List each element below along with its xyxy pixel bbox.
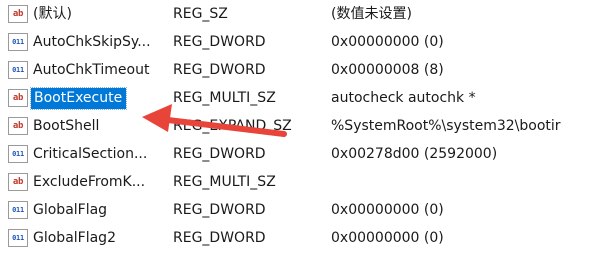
value-type: REG_SZ: [173, 6, 228, 22]
value-type: REG_DWORD: [173, 230, 266, 246]
value-type: REG_DWORD: [173, 146, 266, 162]
binary-value-icon: 011: [8, 61, 28, 79]
registry-value-list: ab (默认) REG_SZ (数值未设置) 011 AutoChkSkipSy…: [0, 0, 600, 252]
value-type: REG_MULTI_SZ: [173, 174, 276, 190]
value-data: 0x00000008 (8): [331, 62, 444, 78]
value-data: 0x00000000 (0): [331, 34, 444, 50]
registry-row[interactable]: 011 CriticalSection... REG_DWORD 0x00278…: [0, 140, 600, 168]
registry-row[interactable]: 011 GlobalFlag2 REG_DWORD 0x00000000 (0): [0, 224, 600, 252]
string-value-icon: ab: [8, 173, 28, 191]
registry-row[interactable]: ab ExcludeFromK... REG_MULTI_SZ: [0, 168, 600, 196]
string-value-icon: ab: [8, 89, 28, 107]
registry-row-selected[interactable]: ab BootExecute REG_MULTI_SZ autocheck au…: [0, 84, 600, 112]
string-value-icon: ab: [8, 117, 28, 135]
value-name: ExcludeFromK...: [33, 174, 146, 190]
binary-value-icon: 011: [8, 229, 28, 247]
value-type: REG_DWORD: [173, 34, 266, 50]
value-name: (默认): [33, 6, 72, 22]
value-data: (数值未设置): [331, 6, 412, 22]
binary-value-icon: 011: [8, 33, 28, 51]
value-data: 0x00000000 (0): [331, 202, 444, 218]
value-name: GlobalFlag2: [33, 230, 116, 246]
value-type: REG_MULTI_SZ: [173, 90, 276, 106]
registry-row[interactable]: 011 AutoChkSkipSy... REG_DWORD 0x0000000…: [0, 28, 600, 56]
value-data: %SystemRoot%\system32\bootir: [331, 118, 561, 134]
value-name-selected[interactable]: BootExecute: [29, 87, 128, 110]
value-type: REG_DWORD: [173, 62, 266, 78]
registry-row[interactable]: ab (默认) REG_SZ (数值未设置): [0, 0, 600, 28]
value-name: CriticalSection...: [33, 146, 148, 162]
value-name: GlobalFlag: [33, 202, 108, 218]
value-name: AutoChkTimeout: [33, 62, 150, 78]
value-data: 0x00000000 (0): [331, 230, 444, 246]
registry-row[interactable]: ab BootShell REG_EXPAND_SZ %SystemRoot%\…: [0, 112, 600, 140]
binary-value-icon: 011: [8, 145, 28, 163]
value-type: REG_DWORD: [173, 202, 266, 218]
registry-row[interactable]: 011 GlobalFlag REG_DWORD 0x00000000 (0): [0, 196, 600, 224]
value-data: 0x00278d00 (2592000): [331, 146, 498, 162]
value-name: AutoChkSkipSy...: [33, 34, 151, 50]
value-name: BootShell: [33, 118, 100, 134]
registry-row[interactable]: 011 AutoChkTimeout REG_DWORD 0x00000008 …: [0, 56, 600, 84]
value-type: REG_EXPAND_SZ: [173, 118, 292, 134]
binary-value-icon: 011: [8, 201, 28, 219]
value-data: autocheck autochk *: [331, 90, 476, 106]
string-value-icon: ab: [8, 5, 28, 23]
